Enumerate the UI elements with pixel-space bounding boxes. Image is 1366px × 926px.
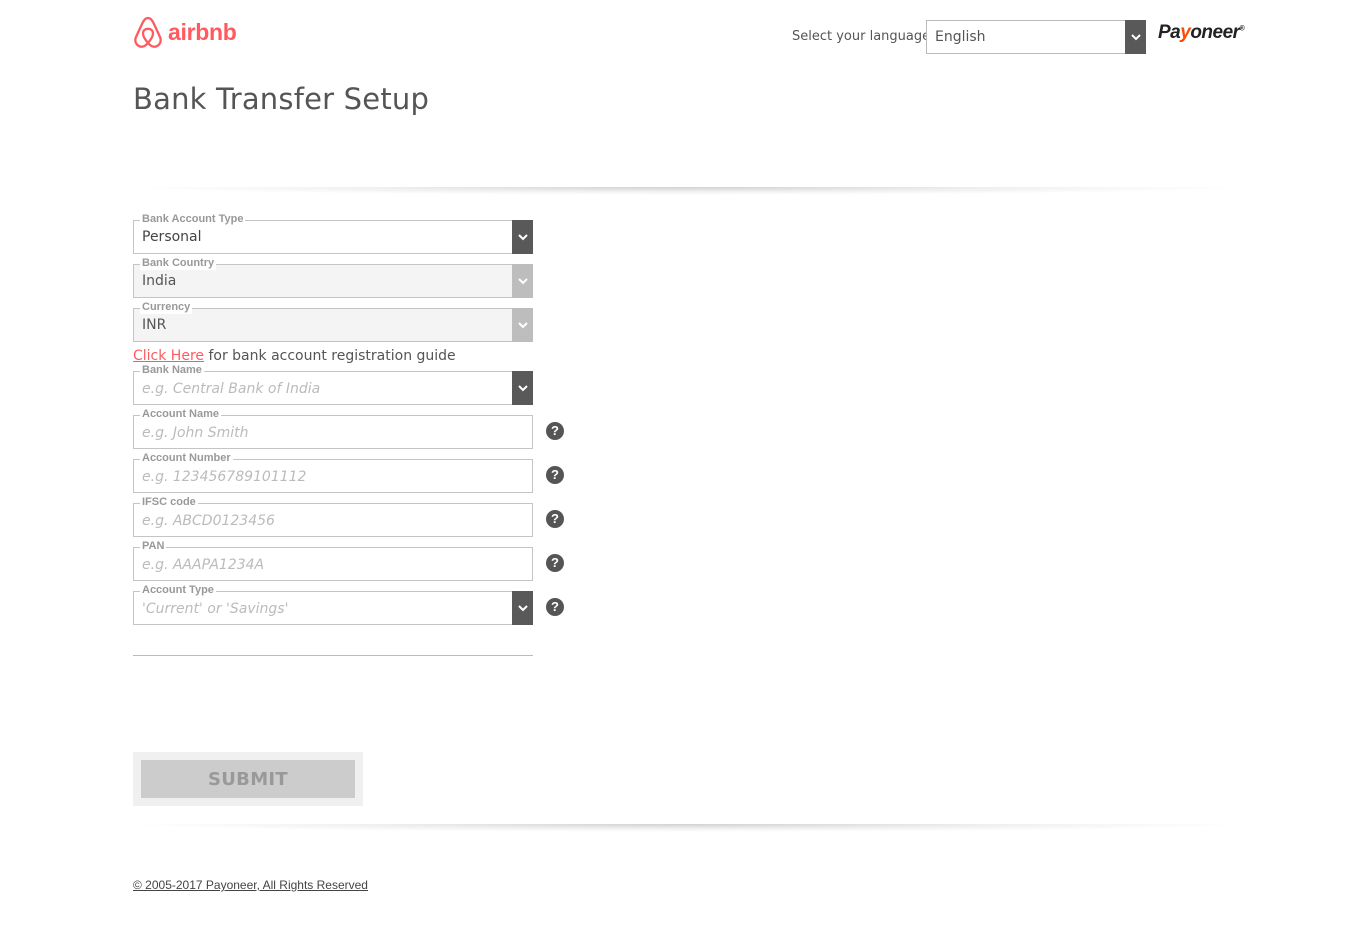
- account-number-placeholder: e.g. 123456789101112: [142, 469, 307, 485]
- pan-placeholder: e.g. AAAPA1234A: [142, 557, 265, 573]
- submit-container: SUBMIT: [133, 752, 363, 806]
- ifsc-code-placeholder: e.g. ABCD0123456: [142, 513, 275, 529]
- account-name-placeholder: e.g. John Smith: [142, 425, 249, 441]
- language-select-value: English: [935, 29, 986, 45]
- bank-account-type-label: Bank Account Type: [140, 212, 246, 226]
- bank-country-select: Bank Country India: [133, 256, 533, 298]
- airbnb-logo[interactable]: airbnb: [133, 16, 237, 49]
- chevron-down-icon: [512, 308, 533, 342]
- question-circle-icon[interactable]: ?: [546, 554, 564, 572]
- currency-value: INR: [142, 317, 167, 333]
- language-select[interactable]: English: [926, 20, 1146, 54]
- account-number-input[interactable]: Account Number e.g. 123456789101112: [133, 451, 533, 493]
- account-number-label: Account Number: [140, 451, 233, 465]
- bank-name-placeholder: e.g. Central Bank of India: [142, 381, 321, 397]
- section-divider: [118, 187, 1253, 195]
- language-label: Select your language:: [792, 29, 935, 44]
- currency-select: Currency INR: [133, 300, 533, 342]
- registration-guide-text: Click Here for bank account registration…: [133, 348, 456, 364]
- form-end-divider: [133, 655, 533, 656]
- question-circle-icon[interactable]: ?: [546, 466, 564, 484]
- payoneer-logo-prefix: Pa: [1158, 22, 1181, 43]
- chevron-down-icon[interactable]: [512, 220, 533, 254]
- registration-guide-link[interactable]: Click Here: [133, 348, 204, 364]
- account-type-placeholder: 'Current' or 'Savings': [142, 601, 289, 617]
- chevron-down-icon[interactable]: [1125, 20, 1146, 54]
- ifsc-code-input[interactable]: IFSC code e.g. ABCD0123456: [133, 495, 533, 537]
- currency-label: Currency: [140, 300, 193, 314]
- chevron-down-icon[interactable]: [512, 591, 533, 625]
- page-title: Bank Transfer Setup: [133, 82, 430, 116]
- footer-divider: [118, 824, 1253, 832]
- account-type-label: Account Type: [140, 583, 216, 597]
- bank-country-label: Bank Country: [140, 256, 217, 270]
- question-circle-icon[interactable]: ?: [546, 422, 564, 440]
- payoneer-logo: Payoneer®: [1158, 22, 1245, 44]
- bank-account-type-value: Personal: [142, 229, 202, 245]
- airbnb-belo-icon: [134, 16, 162, 48]
- bank-account-type-select[interactable]: Bank Account Type Personal: [133, 212, 533, 254]
- account-name-input[interactable]: Account Name e.g. John Smith: [133, 407, 533, 449]
- payoneer-registered-mark: ®: [1239, 25, 1245, 33]
- bank-name-label: Bank Name: [140, 363, 204, 377]
- account-type-select[interactable]: Account Type 'Current' or 'Savings': [133, 583, 533, 625]
- ifsc-code-label: IFSC code: [140, 495, 198, 509]
- submit-button[interactable]: SUBMIT: [141, 760, 355, 798]
- chevron-down-icon: [512, 264, 533, 298]
- chevron-down-icon[interactable]: [512, 371, 533, 405]
- registration-guide-suffix: for bank account registration guide: [204, 348, 456, 364]
- account-name-label: Account Name: [140, 407, 222, 421]
- logo-text: airbnb: [168, 19, 237, 45]
- payoneer-logo-suffix: oneer: [1190, 22, 1240, 43]
- footer-copyright-link[interactable]: © 2005-2017 Payoneer, All Rights Reserve…: [133, 878, 368, 892]
- bank-country-value: India: [142, 273, 177, 289]
- question-circle-icon[interactable]: ?: [546, 598, 564, 616]
- pan-input[interactable]: PAN e.g. AAAPA1234A: [133, 539, 533, 581]
- pan-label: PAN: [140, 539, 167, 553]
- question-circle-icon[interactable]: ?: [546, 510, 564, 528]
- payoneer-logo-y: y: [1180, 22, 1191, 43]
- bank-name-select[interactable]: Bank Name e.g. Central Bank of India: [133, 363, 533, 405]
